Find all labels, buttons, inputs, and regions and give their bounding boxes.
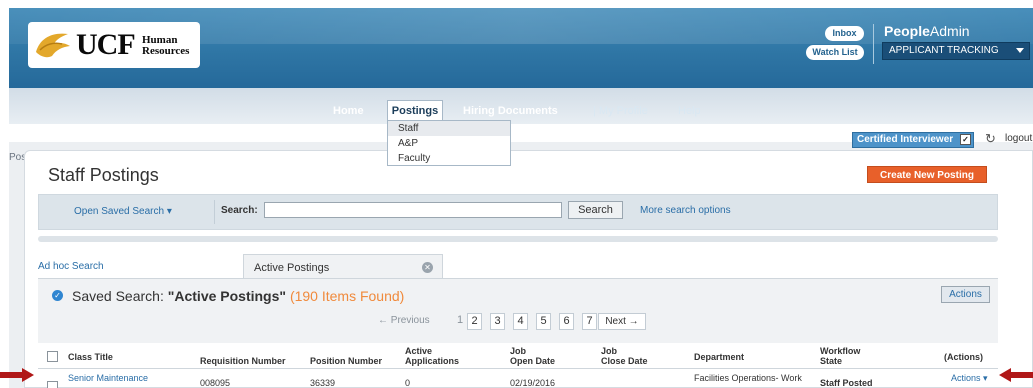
page-title: Staff Postings <box>48 165 159 185</box>
watch-list-button[interactable]: Watch List <box>806 45 864 60</box>
tab-active-postings-label: Active Postings <box>254 262 330 274</box>
column-active-applications[interactable]: Active Applications <box>405 346 459 366</box>
select-all-checkbox[interactable] <box>47 351 58 362</box>
column-job-open-date[interactable]: Job Open Date <box>510 346 555 366</box>
row-department: Facilities Operations- Work <box>694 373 802 383</box>
module-select-value: APPLICANT TRACKING <box>889 45 999 56</box>
column-position-number[interactable]: Position Number <box>310 356 382 366</box>
results-actions-button[interactable]: Actions <box>941 286 990 303</box>
check-icon: ✓ <box>52 290 63 301</box>
column-workflow-state[interactable]: Workflow State <box>820 346 860 366</box>
chevron-down-icon: ✓ <box>960 134 971 145</box>
pagination-page[interactable]: 2 <box>467 313 482 330</box>
column-label-line: Open Date <box>510 356 556 366</box>
pegasus-icon <box>36 33 70 58</box>
row-workflow-state: Staff Posted <box>820 378 873 388</box>
create-new-posting-button[interactable]: Create New Posting <box>867 166 987 183</box>
peopleadmin-logo-rest: Admin <box>929 23 970 39</box>
pagination-next[interactable]: Next → <box>598 313 646 330</box>
pagination-page[interactable]: 3 <box>490 313 505 330</box>
row-job-open-date: 02/19/2016 <box>510 378 556 388</box>
row-actions-dropdown[interactable]: Actions ▾ <box>951 373 988 383</box>
close-icon[interactable]: ✕ <box>422 262 433 273</box>
postings-menu-staff[interactable]: Staff <box>388 121 510 137</box>
column-actions: (Actions) <box>944 352 983 362</box>
ucf-hr-logo[interactable]: UCF Human Resources <box>28 22 200 68</box>
column-label-line: Workflow <box>820 346 861 356</box>
search-results-divider <box>38 236 998 242</box>
column-label-line: State <box>820 356 843 366</box>
row-requisition-number: 008095 <box>200 378 231 388</box>
nav-hiring-documents[interactable]: Hiring Documents <box>463 103 558 119</box>
row-position-number: 36339 <box>310 378 336 388</box>
logo-subtitle-line2: Resources <box>142 45 190 57</box>
row-active-applications: 0 <box>405 378 411 388</box>
role-select-value: Certified Interviewer <box>857 134 954 145</box>
saved-search-summary: Saved Search: "Active Postings" (190 Ite… <box>72 288 404 304</box>
pagination-page[interactable]: 4 <box>513 313 528 330</box>
peopleadmin-logo-bold: People <box>884 23 930 39</box>
annotation-arrow-right-icon <box>0 368 34 382</box>
row-class-title-link[interactable]: Senior Maintenance <box>68 373 148 383</box>
saved-search-count: (190 Items Found) <box>289 288 405 304</box>
role-select[interactable]: Certified Interviewer ✓ <box>852 132 974 148</box>
postings-menu-faculty[interactable]: Faculty <box>398 153 430 164</box>
open-saved-search-dropdown[interactable]: Open Saved Search ▾ <box>74 206 172 217</box>
nav-help[interactable]: Help <box>678 103 701 119</box>
column-department[interactable]: Department <box>694 352 744 362</box>
refresh-icon[interactable]: ↻ <box>985 131 996 147</box>
pagination-current-page: 1 <box>456 314 464 326</box>
postings-menu-ap[interactable]: A&P <box>398 138 418 149</box>
nav-my-profile[interactable]: | My Profile <box>593 103 648 119</box>
logout-link[interactable]: logout <box>1005 133 1032 144</box>
column-label-line: Active <box>405 346 433 356</box>
logo-ucf-text: UCF <box>76 28 136 61</box>
inbox-button[interactable]: Inbox <box>825 26 864 41</box>
pagination-page[interactable]: 5 <box>536 313 551 330</box>
column-class-title[interactable]: Class Title <box>68 352 113 362</box>
pagination-previous[interactable]: ← Previous <box>378 313 430 330</box>
module-select[interactable]: APPLICANT TRACKING <box>882 42 1030 60</box>
row-checkbox[interactable] <box>47 381 58 388</box>
annotation-arrow-left-icon <box>999 368 1033 382</box>
saved-search-name: "Active Postings" <box>167 288 287 304</box>
search-divider <box>214 200 215 224</box>
postings-menu-lower: A&P Faculty <box>387 136 511 166</box>
chevron-down-icon <box>1016 48 1024 53</box>
more-search-options-link[interactable]: More search options <box>640 205 731 216</box>
nav-home[interactable]: Home <box>333 103 364 119</box>
nav-postings[interactable]: Postings <box>387 100 443 120</box>
page: UCF Human Resources Inbox Watch List Peo… <box>0 0 1033 388</box>
tab-active-postings[interactable]: Active Postings ✕ <box>243 254 443 279</box>
saved-search-prefix: Saved Search: <box>72 288 164 304</box>
column-label-line: Job <box>510 346 527 356</box>
pagination-page[interactable]: 7 <box>582 313 597 330</box>
search-button[interactable]: Search <box>568 201 623 219</box>
column-requisition-number[interactable]: Requisition Number <box>200 356 286 366</box>
search-input[interactable] <box>264 202 562 218</box>
column-label-line: Close Date <box>601 356 648 366</box>
logo-subtitle: Human Resources <box>142 35 189 57</box>
column-job-close-date[interactable]: Job Close Date <box>601 346 648 366</box>
peopleadmin-logo: PeopleAdmin <box>884 23 970 39</box>
pagination-page[interactable]: 6 <box>559 313 574 330</box>
tab-ad-hoc-search[interactable]: Ad hoc Search <box>38 261 104 272</box>
column-label-line: Applications <box>405 356 460 366</box>
header-divider <box>873 24 874 64</box>
search-label: Search: <box>221 205 258 216</box>
column-label-line: Job <box>601 346 618 356</box>
